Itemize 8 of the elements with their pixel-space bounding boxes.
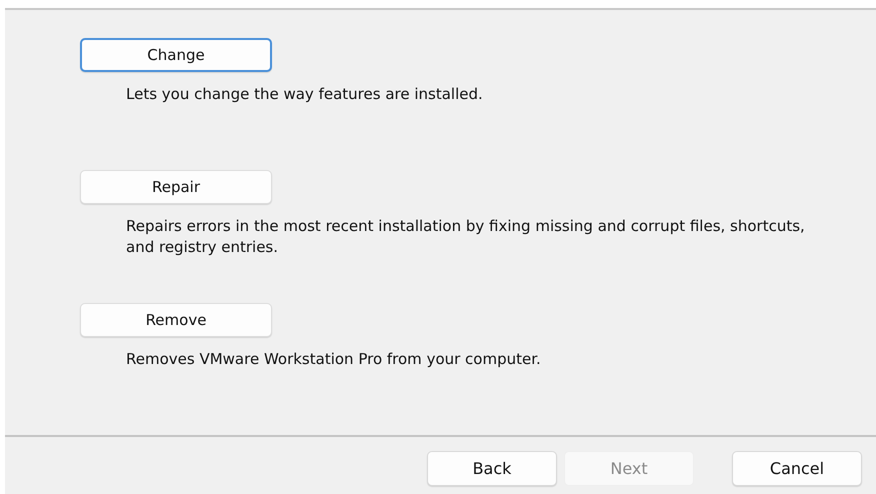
- nav-button[interactable]: Back: [427, 451, 557, 486]
- option-description: Lets you change the way features are installed.: [126, 84, 484, 105]
- option-description: Removes VMware Workstation Pro from your computer.: [126, 349, 542, 370]
- option-button[interactable]: Remove: [80, 303, 272, 337]
- nav-button[interactable]: Cancel: [732, 451, 862, 486]
- option-button[interactable]: Repair: [80, 170, 272, 204]
- option-description: Repairs errors in the most recent installation by fixing missing and corrupt files, shortcuts, and registry entries.: [126, 216, 806, 258]
- option-button[interactable]: Change: [80, 38, 272, 72]
